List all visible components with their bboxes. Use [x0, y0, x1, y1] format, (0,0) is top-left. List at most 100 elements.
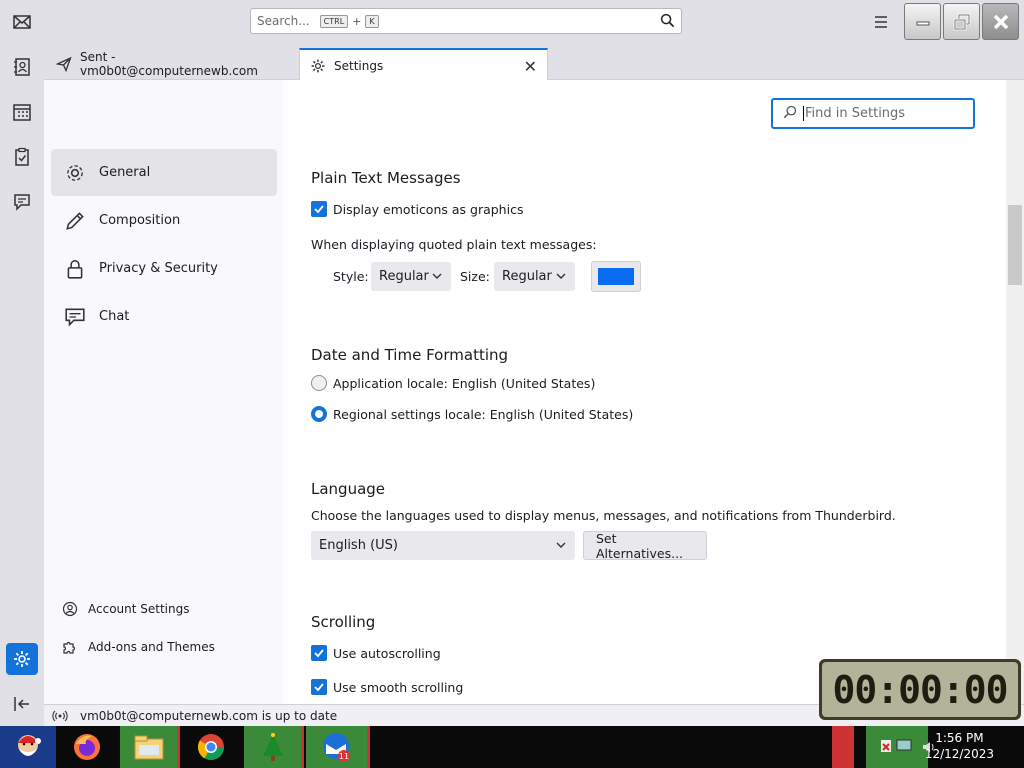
chrome-icon[interactable] — [188, 726, 234, 768]
shortcut-ctrl: CTRL — [319, 14, 349, 28]
chat-icon — [63, 305, 87, 329]
app-menu-icon[interactable] — [871, 12, 891, 32]
search-placeholder: Search... — [257, 14, 310, 28]
quote-color-picker[interactable] — [591, 261, 641, 292]
settings-space-icon[interactable] — [6, 643, 38, 675]
minimize-button[interactable] — [904, 3, 941, 40]
file-explorer-icon[interactable] — [120, 726, 180, 768]
gear-icon — [310, 58, 326, 74]
checkbox-checked[interactable] — [311, 201, 327, 217]
close-window-button[interactable] — [982, 3, 1019, 40]
tab-label: Settings — [334, 58, 384, 73]
category-label: Privacy & Security — [99, 261, 218, 276]
category-label: Composition — [99, 213, 181, 228]
tab-settings[interactable]: Settings ✕ — [299, 48, 548, 81]
category-general[interactable]: General — [51, 149, 277, 196]
find-placeholder: Find in Settings — [803, 106, 906, 121]
lock-icon — [63, 257, 87, 281]
autoscroll-checkbox[interactable]: Use autoscrolling — [311, 645, 441, 661]
vertical-scrollbar[interactable] — [1006, 80, 1024, 704]
language-description-text: Choose the languages used to display men… — [311, 508, 896, 523]
style-text: Style: — [333, 269, 369, 284]
online-status-icon[interactable] — [52, 709, 68, 723]
settings-main: Find in Settings Plain Text Messages Dis… — [284, 80, 1006, 704]
language-heading: Language — [311, 480, 386, 498]
category-label: Chat — [99, 309, 130, 324]
scrollbar-thumb[interactable] — [1008, 205, 1022, 285]
chevron-down-icon — [555, 270, 567, 286]
search-icon[interactable] — [660, 13, 675, 32]
tasks-icon[interactable] — [6, 141, 38, 173]
search-icon — [783, 105, 797, 123]
plain-text-heading: Plain Text Messages — [311, 169, 461, 187]
style-value: Regular — [379, 269, 429, 284]
account-settings-label: Account Settings — [88, 602, 190, 616]
thunderbird-taskbar-icon[interactable]: 11 — [306, 726, 370, 768]
language-description: Choose the languages used to display men… — [311, 508, 896, 523]
taskbar: 11 1:56 PM 12/12/2023 — [0, 726, 1024, 768]
smooth-scroll-label: Use smooth scrolling — [333, 679, 464, 695]
category-label: General — [99, 165, 151, 180]
language-dropdown[interactable]: English (US) — [311, 531, 575, 560]
category-chat[interactable]: Chat — [51, 293, 277, 340]
category-composition[interactable]: Composition — [51, 197, 277, 244]
firefox-icon[interactable] — [64, 726, 110, 768]
app-locale-label: Application locale: English (United Stat… — [333, 375, 596, 391]
chat-space-icon[interactable] — [6, 186, 38, 218]
chevron-down-icon — [431, 270, 443, 286]
find-in-settings-input[interactable]: Find in Settings — [771, 98, 975, 129]
category-privacy-security[interactable]: Privacy & Security — [51, 245, 277, 292]
style-label: Style: — [333, 269, 369, 284]
mail-space-icon[interactable] — [6, 6, 38, 38]
emoticons-checkbox[interactable]: Display emoticons as graphics — [311, 201, 523, 217]
start-button[interactable] — [0, 726, 56, 768]
taskbar-clock[interactable]: 1:56 PM 12/12/2023 — [925, 730, 994, 762]
quoted-label: When displaying quoted plain text messag… — [311, 237, 597, 252]
status-text: vm0b0t@computernewb.com is up to date — [80, 708, 338, 723]
addons-themes-label: Add-ons and Themes — [88, 640, 215, 654]
settings-content: General Composition Privacy & Security C… — [44, 80, 1024, 704]
paper-plane-icon — [56, 56, 72, 72]
size-dropdown[interactable]: Regular — [494, 262, 575, 291]
radio-unselected[interactable] — [311, 375, 327, 391]
christmas-tree-icon[interactable] — [244, 726, 304, 768]
account-settings-link[interactable]: Account Settings — [62, 601, 189, 617]
size-text: Size: — [460, 269, 490, 284]
shortcut-plus: + — [352, 14, 362, 28]
set-alternatives-button[interactable]: Set Alternatives... — [583, 531, 707, 561]
date-time-heading: Date and Time Formatting — [311, 346, 509, 364]
global-search-input[interactable]: Search... CTRL + K — [250, 8, 682, 34]
spaces-toolbar — [0, 0, 44, 726]
checkbox-checked[interactable] — [311, 645, 327, 661]
gear-icon — [63, 161, 87, 185]
checkbox-checked[interactable] — [311, 679, 327, 695]
tab-bar: Sent - vm0b0t@computernewb.com Settings … — [44, 44, 1024, 81]
radio-selected[interactable] — [311, 406, 327, 422]
regional-locale-label: Regional settings locale: English (Unite… — [333, 406, 634, 422]
close-tab-icon[interactable]: ✕ — [524, 57, 537, 76]
tab-label: Sent - vm0b0t@computernewb.com — [80, 50, 258, 78]
color-swatch — [598, 268, 634, 285]
address-book-icon[interactable] — [6, 51, 38, 83]
smooth-scroll-checkbox[interactable]: Use smooth scrolling — [311, 679, 463, 695]
tray-flag-icon[interactable] — [832, 726, 854, 768]
tab-sent[interactable]: Sent - vm0b0t@computernewb.com — [46, 48, 298, 80]
restore-button[interactable] — [943, 3, 980, 40]
regional-locale-radio[interactable]: Regional settings locale: English (Unite… — [311, 406, 633, 422]
clock-widget[interactable]: 00:00:00 — [819, 659, 1021, 720]
quoted-text: When displaying quoted plain text messag… — [311, 237, 597, 252]
collapse-spaces-icon[interactable] — [6, 688, 38, 720]
app-locale-radio[interactable]: Application locale: English (United Stat… — [311, 375, 595, 391]
scrolling-heading: Scrolling — [311, 613, 376, 631]
size-label: Size: — [460, 269, 490, 284]
calendar-icon[interactable] — [6, 96, 38, 128]
puzzle-icon — [62, 639, 80, 655]
addons-themes-link[interactable]: Add-ons and Themes — [62, 639, 215, 655]
tray-network-icon[interactable] — [866, 726, 928, 768]
chevron-down-icon — [555, 539, 567, 555]
style-dropdown[interactable]: Regular — [371, 262, 451, 291]
pencil-icon — [63, 209, 87, 233]
taskbar-time: 1:56 PM — [935, 731, 984, 745]
account-icon — [62, 601, 80, 617]
taskbar-date: 12/12/2023 — [924, 747, 994, 761]
